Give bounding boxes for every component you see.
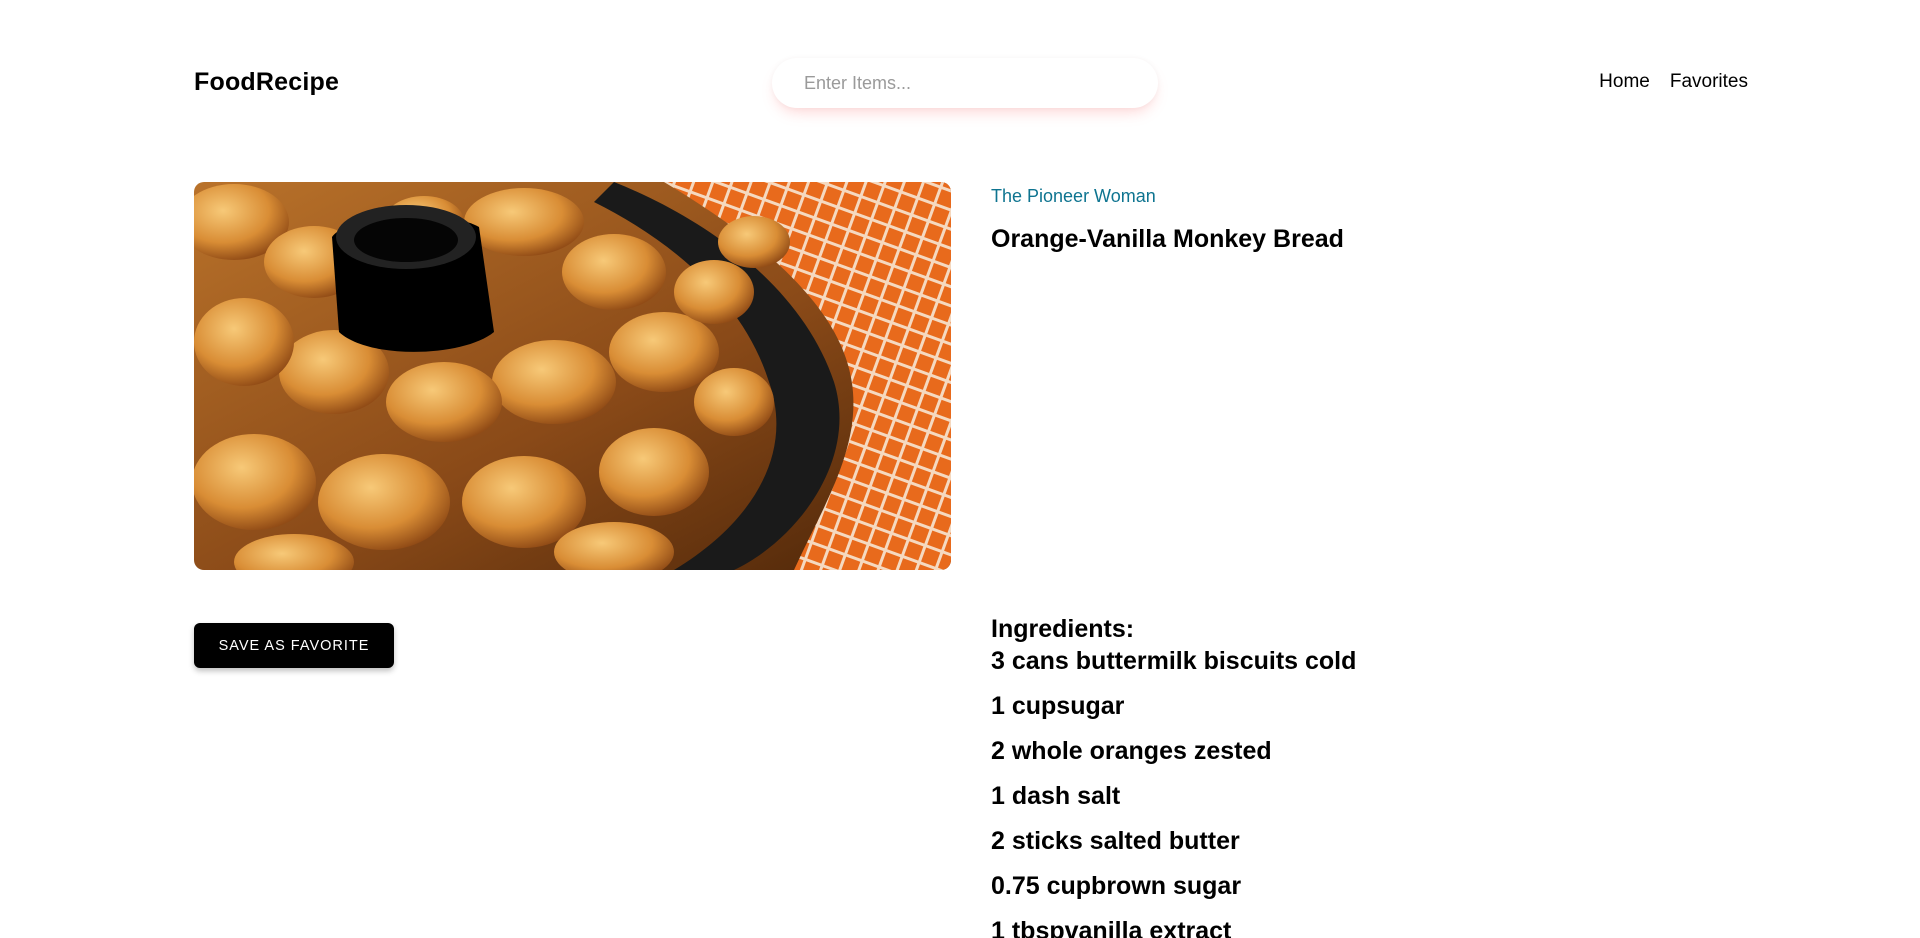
search-input[interactable] — [772, 58, 1158, 108]
navbar: FoodRecipe Home Favorites — [0, 0, 1920, 130]
ingredient-item: 1 dash salt — [991, 782, 1121, 810]
search-bar — [772, 58, 1158, 108]
save-as-favorite-button[interactable]: SAVE AS FAVORITE — [194, 623, 394, 668]
ingredients-section: Ingredients: 3 cans buttermilk biscuits … — [991, 613, 1691, 938]
nav-link-home[interactable]: Home — [1599, 71, 1650, 93]
recipe-image — [194, 182, 951, 570]
nav-link-favorites[interactable]: Favorites — [1670, 71, 1748, 93]
ingredient-item: 1 tbspvanilla extract — [991, 917, 1232, 938]
recipe-title: Orange-Vanilla Monkey Bread — [991, 225, 1344, 253]
site-logo[interactable]: FoodRecipe — [194, 68, 339, 97]
ingredient-item: 0.75 cupbrown sugar — [991, 872, 1242, 900]
ingredient-item: 2 sticks salted butter — [991, 827, 1240, 855]
ingredient-list: 3 cans buttermilk biscuits cold 1 cupsug… — [991, 645, 1691, 938]
recipe-publisher: The Pioneer Woman — [991, 186, 1156, 206]
nav-links: Home Favorites — [1599, 71, 1748, 93]
ingredient-item: 1 cupsugar — [991, 692, 1125, 720]
ingredient-item: 2 whole oranges zested — [991, 737, 1272, 765]
ingredient-item: 3 cans buttermilk biscuits cold — [991, 647, 1357, 675]
monkey-bread-photo — [194, 182, 951, 570]
ingredients-heading: Ingredients: — [991, 615, 1135, 643]
